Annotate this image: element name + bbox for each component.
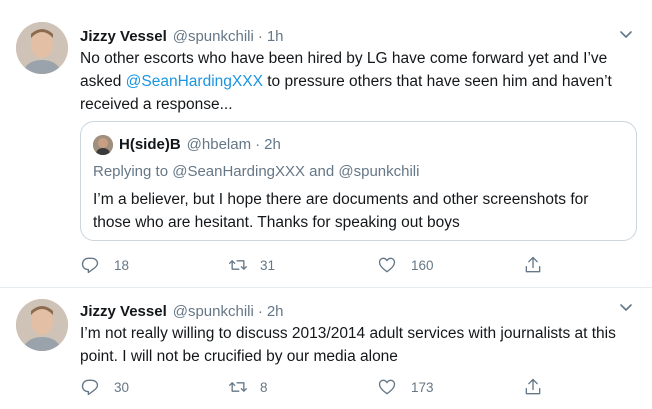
heart-icon — [378, 257, 396, 273]
retweet-count: 31 — [260, 257, 276, 273]
timestamp[interactable]: 2h — [267, 303, 284, 320]
tweet-text: I’m not really willing to discuss 2013/2… — [80, 325, 616, 365]
share-button[interactable] — [523, 375, 543, 399]
tweet-actions: 30 8 173 — [80, 375, 550, 399]
author-handle[interactable]: @spunkchili — [173, 303, 254, 320]
retweet-icon — [229, 382, 247, 392]
tweet-actions: 18 31 160 — [80, 253, 550, 277]
share-icon — [525, 378, 541, 395]
replying-to: Replying to @SeanHardingXXX and @spunkch… — [93, 163, 420, 180]
quoted-tweet[interactable]: H(side)B @hbelam · 2h Replying to @SeanH… — [80, 121, 637, 241]
quote-header: H(side)B @hbelam · 2h — [119, 136, 281, 153]
tweet-header: Jizzy Vessel @spunkchili · 1h — [80, 26, 284, 46]
reply-button[interactable]: 18 — [80, 253, 129, 277]
reply-button[interactable]: 30 — [80, 375, 129, 399]
quote-text: I’m a believer, but I hope there are doc… — [93, 191, 589, 231]
reply-count: 18 — [114, 257, 130, 273]
quote-timestamp[interactable]: 2h — [264, 136, 281, 153]
author-handle[interactable]: @spunkchili — [173, 28, 254, 45]
reply-icon — [81, 257, 99, 274]
heart-icon — [378, 379, 396, 395]
retweet-icon — [229, 260, 247, 270]
like-button[interactable]: 173 — [377, 375, 434, 399]
chevron-down-icon[interactable] — [618, 299, 634, 315]
share-button[interactable] — [523, 253, 543, 277]
mention-link[interactable]: @SeanHardingXXX — [126, 73, 263, 90]
separator-dot: · — [255, 136, 261, 153]
quote-author-handle[interactable]: @hbelam — [187, 136, 251, 153]
tweet[interactable]: Jizzy Vessel @spunkchili · 1h No other e… — [0, 0, 652, 288]
tweet-header: Jizzy Vessel @spunkchili · 2h — [80, 301, 284, 321]
author-name[interactable]: Jizzy Vessel — [80, 303, 167, 320]
like-count: 173 — [411, 379, 434, 395]
avatar[interactable] — [93, 135, 113, 155]
reply-count: 30 — [114, 379, 130, 395]
quote-author-name[interactable]: H(side)B — [119, 136, 181, 153]
retweet-button[interactable]: 31 — [228, 253, 275, 277]
like-count: 160 — [411, 257, 434, 273]
like-button[interactable]: 160 — [377, 253, 434, 277]
avatar[interactable] — [16, 299, 68, 351]
tweet[interactable]: Jizzy Vessel @spunkchili · 2h I’m not re… — [0, 289, 652, 409]
avatar[interactable] — [16, 22, 68, 74]
reply-icon — [81, 379, 99, 396]
separator-dot: · — [257, 302, 263, 320]
retweet-count: 8 — [260, 379, 268, 395]
author-name[interactable]: Jizzy Vessel — [80, 28, 167, 45]
chevron-down-icon[interactable] — [618, 26, 634, 42]
tweet-text: No other escorts who have been hired by … — [80, 47, 640, 116]
retweet-button[interactable]: 8 — [228, 375, 268, 399]
separator-dot: · — [257, 27, 263, 45]
timestamp[interactable]: 1h — [267, 28, 284, 45]
share-icon — [525, 256, 541, 273]
